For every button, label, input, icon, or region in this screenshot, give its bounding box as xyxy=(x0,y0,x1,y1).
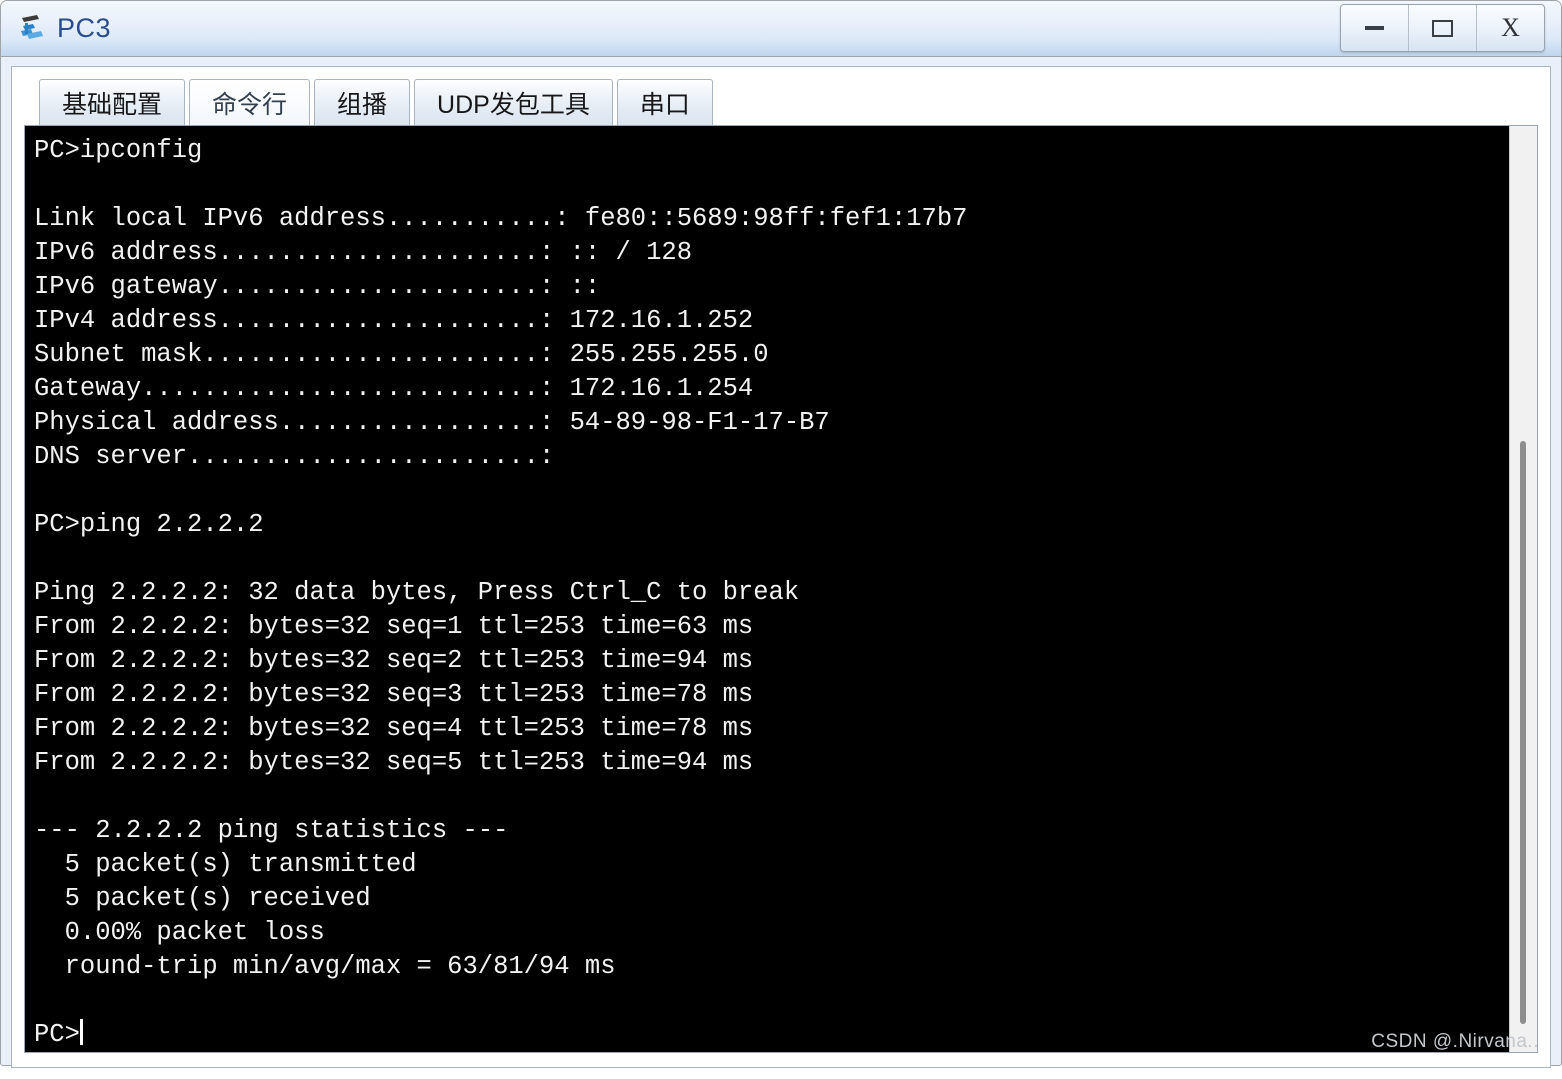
pc3-window: PC3 X 基础配置 命令行 组播 UDP发包工具 串口 PC>ipconfig… xyxy=(0,0,1562,1068)
tab-strip: 基础配置 命令行 组播 UDP发包工具 串口 xyxy=(12,67,1550,125)
maximize-icon xyxy=(1432,19,1453,37)
window-controls: X xyxy=(1340,4,1545,52)
terminal-prompt-line: PC> xyxy=(34,1018,1509,1052)
terminal-container: PC>ipconfig Link local IPv6 address......… xyxy=(24,125,1538,1053)
content-panel: 基础配置 命令行 组播 UDP发包工具 串口 PC>ipconfig Link l… xyxy=(11,66,1551,1068)
maximize-button[interactable] xyxy=(1409,5,1477,51)
terminal-output[interactable]: PC>ipconfig Link local IPv6 address......… xyxy=(25,126,1509,1052)
terminal-line: IPv6 gateway.....................: :: xyxy=(34,272,601,301)
terminal-line: 0.00% packet loss xyxy=(34,918,325,947)
terminal-prompt: PC> xyxy=(34,1020,80,1049)
tab-command-line[interactable]: 命令行 xyxy=(189,79,311,125)
tab-label: 串口 xyxy=(639,90,690,119)
minimize-icon xyxy=(1365,26,1384,30)
terminal-line: PC>ping 2.2.2.2 xyxy=(34,510,264,539)
close-icon: X xyxy=(1501,13,1520,42)
terminal-line: --- 2.2.2.2 ping statistics --- xyxy=(34,816,509,845)
close-button[interactable]: X xyxy=(1477,5,1544,51)
terminal-line: IPv6 address.....................: :: / … xyxy=(34,238,693,267)
terminal-line: Gateway..........................: 172.1… xyxy=(34,374,754,403)
terminal-line: round-trip min/avg/max = 63/81/94 ms xyxy=(34,952,616,981)
terminal-line: From 2.2.2.2: bytes=32 seq=1 ttl=253 tim… xyxy=(34,612,754,641)
terminal-line: Subnet mask......................: 255.2… xyxy=(34,340,769,369)
tab-label: 基础配置 xyxy=(62,90,163,119)
window-title: PC3 xyxy=(57,13,112,43)
pc-device-icon xyxy=(17,12,51,46)
tab-serial-port[interactable]: 串口 xyxy=(616,79,713,125)
watermark: CSDN @.Nirvana.. xyxy=(1371,1031,1539,1052)
terminal-cursor xyxy=(79,1019,83,1045)
terminal-line: Ping 2.2.2.2: 32 data bytes, Press Ctrl_… xyxy=(34,578,800,607)
terminal-line: IPv4 address.....................: 172.1… xyxy=(34,306,754,335)
terminal-line: DNS server.......................: xyxy=(34,442,555,471)
terminal-line: 5 packet(s) transmitted xyxy=(34,850,417,879)
terminal-line: Link local IPv6 address...........: fe80… xyxy=(34,204,968,233)
terminal-line: From 2.2.2.2: bytes=32 seq=3 ttl=253 tim… xyxy=(34,680,754,709)
terminal-scrollbar[interactable] xyxy=(1509,126,1537,1052)
tab-label: UDP发包工具 xyxy=(437,90,590,119)
minimize-button[interactable] xyxy=(1341,5,1409,51)
terminal-line: Physical address.................: 54-89… xyxy=(34,408,830,437)
tab-label: 命令行 xyxy=(212,90,288,119)
window-body: 基础配置 命令行 组播 UDP发包工具 串口 PC>ipconfig Link l… xyxy=(1,57,1561,1079)
terminal-line: From 2.2.2.2: bytes=32 seq=5 ttl=253 tim… xyxy=(34,748,754,777)
terminal-line: From 2.2.2.2: bytes=32 seq=2 ttl=253 tim… xyxy=(34,646,754,675)
terminal-line: 5 packet(s) received xyxy=(34,884,371,913)
terminal-line: PC>ipconfig xyxy=(34,136,203,165)
title-bar: PC3 X xyxy=(1,1,1561,57)
tab-udp-sender[interactable]: UDP发包工具 xyxy=(414,79,613,125)
tab-basic-config[interactable]: 基础配置 xyxy=(39,79,186,125)
terminal-line: From 2.2.2.2: bytes=32 seq=4 ttl=253 tim… xyxy=(34,714,754,743)
tab-label: 组播 xyxy=(337,90,388,119)
scrollbar-thumb[interactable] xyxy=(1520,440,1526,1025)
tab-multicast[interactable]: 组播 xyxy=(314,79,411,125)
